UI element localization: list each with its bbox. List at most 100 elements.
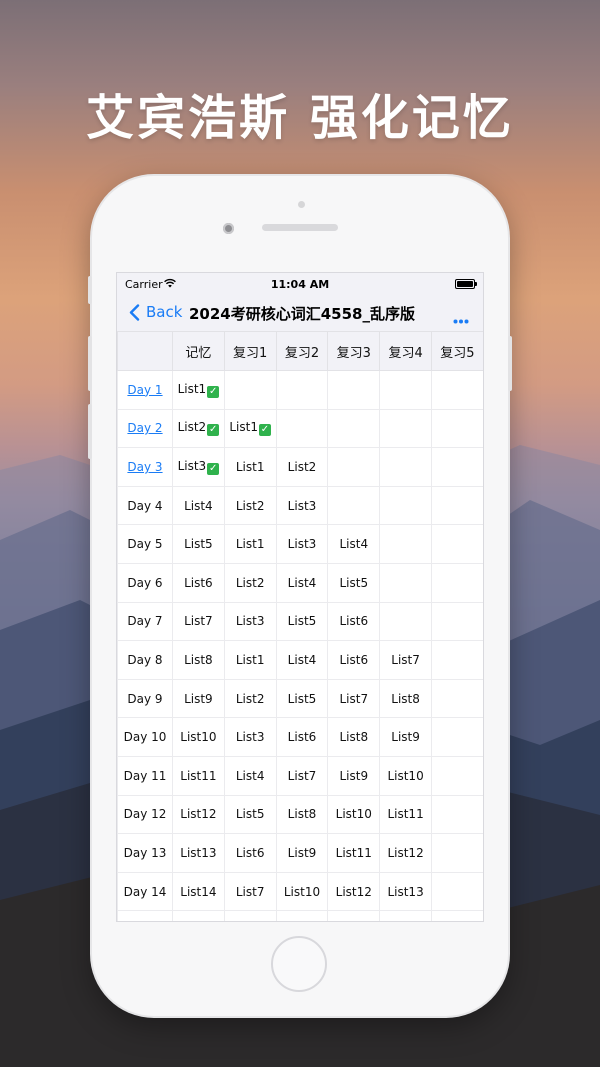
list-label: List1 (235, 652, 265, 667)
list-cell[interactable]: List10 (379, 755, 432, 796)
checkmark-box-icon: ✓ (259, 424, 271, 437)
list-cell[interactable]: List4 (172, 485, 225, 526)
list-cell[interactable]: List12 (172, 794, 225, 835)
list-cell[interactable]: List9 (327, 755, 381, 796)
list-cell (379, 370, 432, 410)
list-cell[interactable]: List14 (172, 871, 225, 912)
list-cell[interactable]: List2 (223, 562, 277, 603)
checkmark-box-icon: ✓ (207, 424, 220, 437)
app-screen: Carrier 11:04 AM Back 2024考研核心词汇4558_乱序版… (116, 272, 484, 922)
list-cell (430, 640, 483, 680)
list-label: List6 (339, 652, 369, 667)
list-cell[interactable]: List5 (275, 601, 329, 642)
list-label: List3 (235, 614, 265, 629)
list-cell[interactable]: List6 (223, 833, 277, 873)
more-button[interactable] (453, 309, 469, 328)
list-cell[interactable]: List7 (223, 871, 277, 912)
list-cell[interactable]: List5 (223, 794, 277, 835)
list-cell[interactable]: List10 (275, 871, 329, 912)
list-label: List3 (287, 537, 317, 552)
list-cell[interactable]: List4 (327, 524, 381, 564)
list-cell[interactable]: List3 (275, 485, 329, 526)
list-cell[interactable]: List5 (327, 562, 381, 603)
list-cell[interactable]: List6 (172, 562, 225, 603)
list-label: List10 (180, 730, 217, 745)
list-cell[interactable]: List7 (172, 601, 225, 642)
list-cell[interactable]: List11 (172, 755, 225, 796)
list-label: List2 (235, 575, 265, 590)
list-cell[interactable]: List12 (379, 833, 432, 873)
table-row: Day 9 List9 List2 List5 List7 List8 (117, 678, 483, 719)
schedule-table-container[interactable]: 记忆 复习1 复习2 复习3 复习4 复习5 Day 1 List1 ✓ Day 2 List2 ✓… (117, 331, 483, 921)
list-cell[interactable]: List1 (223, 447, 277, 487)
list-label: List7 (339, 691, 369, 706)
list-cell[interactable]: List6 (275, 717, 329, 757)
list-cell[interactable]: List9 (275, 833, 329, 873)
list-label: List7 (184, 614, 213, 629)
table-row: Day 10 List10 List3 List6 List8 List9 (117, 717, 483, 757)
list-label: List6 (184, 575, 213, 590)
list-label: List2 (235, 691, 265, 706)
day-cell: Day 9 (117, 678, 173, 719)
list-label: List7 (391, 652, 420, 667)
list-cell[interactable]: List3 (223, 717, 277, 757)
list-label: List2 (287, 459, 317, 474)
list-cell[interactable]: List3 (223, 601, 277, 642)
list-cell[interactable]: List8 (379, 678, 432, 719)
list-cell[interactable]: List2 (223, 485, 277, 526)
list-cell[interactable]: List10 (172, 717, 225, 757)
day-link[interactable]: Day 1 (127, 383, 162, 397)
list-cell[interactable]: List3 ✓ (172, 447, 225, 487)
list-cell[interactable]: List1 ✓ (172, 370, 225, 410)
list-label: List10 (335, 807, 372, 822)
status-bar: Carrier 11:04 AM (117, 273, 483, 295)
list-cell[interactable]: List1 (223, 524, 277, 564)
list-cell[interactable]: List11 (379, 794, 432, 835)
list-cell[interactable]: List13 (172, 833, 225, 873)
list-cell[interactable]: List6 (327, 601, 381, 642)
list-cell[interactable]: List2 (223, 678, 277, 719)
day-cell[interactable]: Day 3 (117, 447, 173, 487)
list-label: List13 (180, 845, 217, 860)
list-cell[interactable]: List11 (327, 833, 381, 873)
list-cell[interactable]: List12 (327, 871, 381, 912)
day-cell[interactable]: Day 2 (117, 408, 173, 449)
list-cell (379, 524, 432, 564)
list-cell[interactable]: List4 (275, 562, 329, 603)
list-cell[interactable]: List8 (327, 717, 381, 757)
table-row: Day 4 List4 List2 List3 (117, 485, 483, 526)
day-cell[interactable]: Day 1 (117, 370, 173, 410)
list-cell[interactable]: List6 (327, 640, 381, 680)
list-cell (430, 871, 483, 912)
column-header: 复习1 (223, 331, 277, 371)
list-cell[interactable]: List13 (379, 871, 432, 912)
list-label: List9 (287, 845, 317, 860)
list-cell[interactable]: List9 (379, 717, 432, 757)
list-cell[interactable]: List7 (275, 755, 329, 796)
home-button[interactable] (271, 936, 327, 992)
day-link[interactable]: Day 3 (127, 460, 162, 474)
earpiece-speaker (262, 224, 338, 231)
power-button (508, 336, 512, 391)
list-cell[interactable]: List3 (275, 524, 329, 564)
list-cell[interactable]: List2 (275, 447, 329, 487)
list-cell[interactable]: List7 (327, 678, 381, 719)
list-cell[interactable]: List8 (172, 640, 225, 680)
list-cell[interactable]: List10 (327, 794, 381, 835)
table-row: Day 12 List12 List5 List8 List10 List11 (117, 794, 483, 835)
day-link[interactable]: Day 2 (127, 421, 162, 435)
list-cell[interactable]: List1 ✓ (223, 408, 277, 449)
list-cell (379, 910, 432, 921)
day-cell: Day 8 (117, 640, 173, 680)
list-cell[interactable]: List5 (275, 678, 329, 719)
list-cell[interactable]: List4 (275, 640, 329, 680)
list-cell[interactable]: List9 (172, 678, 225, 719)
list-cell[interactable]: List8 (275, 794, 329, 835)
list-cell[interactable]: List2 ✓ (172, 408, 225, 449)
list-cell[interactable]: List7 (379, 640, 432, 680)
list-label: List12 (387, 845, 424, 860)
back-button[interactable]: Back (129, 303, 182, 321)
list-cell[interactable]: List5 (172, 524, 225, 564)
list-cell[interactable]: List1 (223, 640, 277, 680)
list-cell[interactable]: List4 (223, 755, 277, 796)
